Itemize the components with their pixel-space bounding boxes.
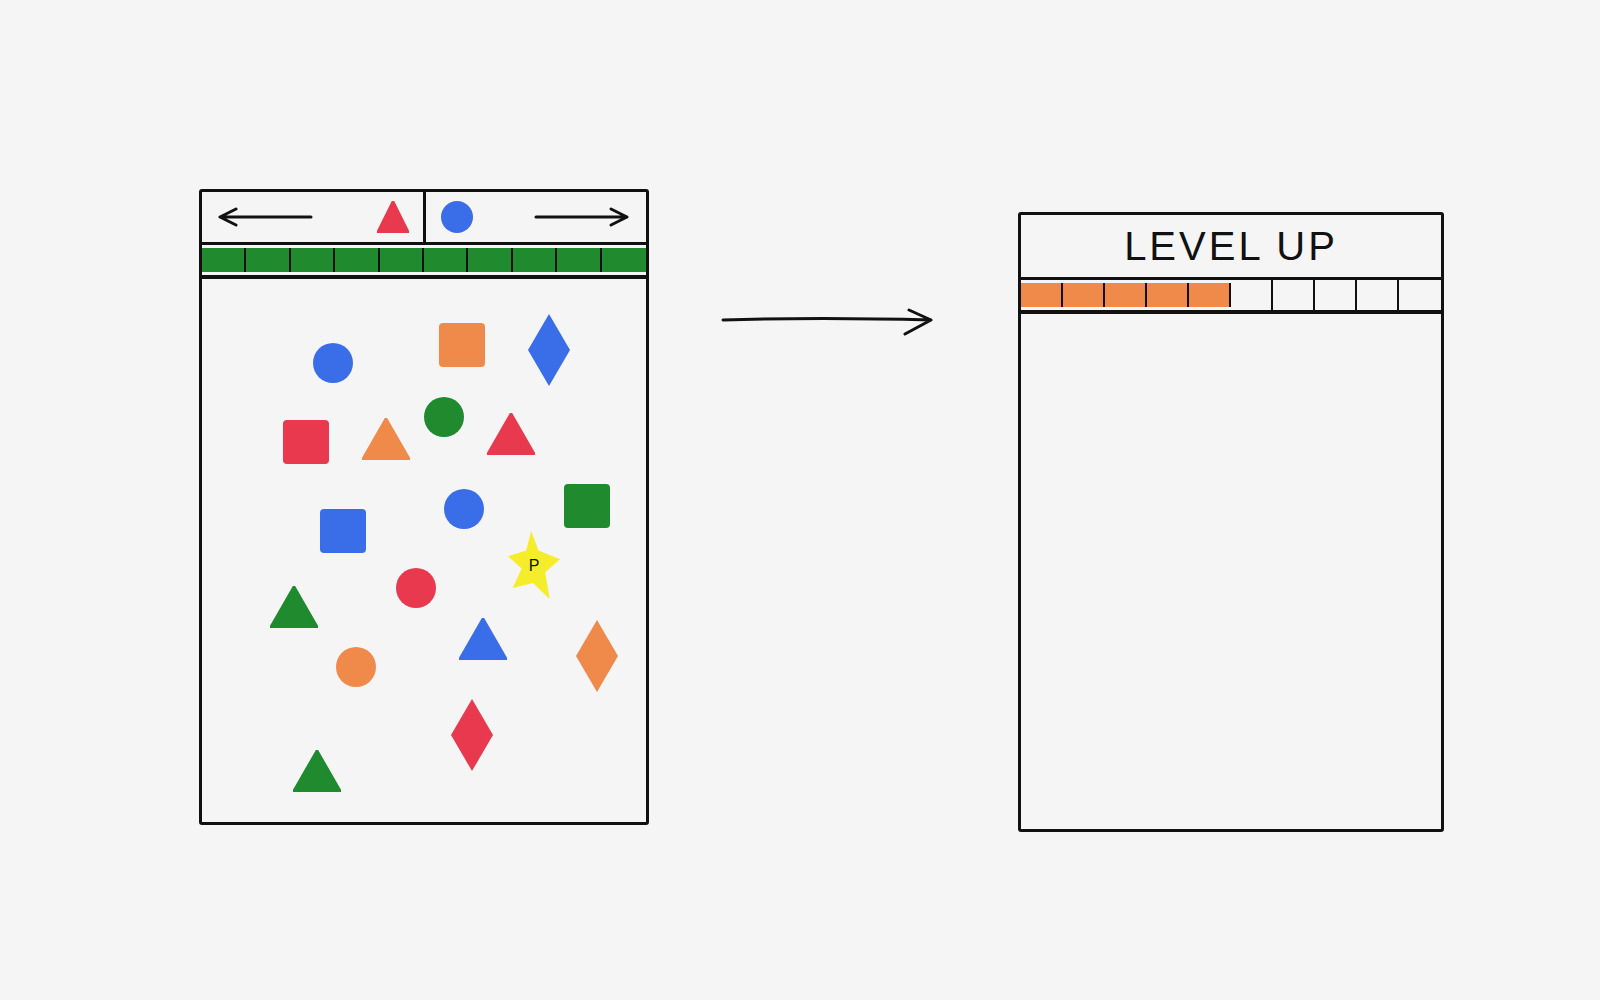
game-piece[interactable]: P [506, 529, 562, 601]
progress-segment [1357, 280, 1399, 310]
progress-segment [202, 248, 246, 272]
progress-segment [1063, 283, 1105, 307]
progress-segment [424, 248, 468, 272]
game-piece[interactable] [395, 567, 437, 609]
progress-segment [246, 248, 290, 272]
triangle-icon [362, 418, 410, 460]
progress-bar [202, 245, 646, 279]
progress-segment [557, 248, 601, 272]
transition-arrow [719, 300, 939, 340]
game-piece[interactable] [362, 418, 410, 460]
game-piece[interactable] [312, 342, 354, 384]
target-left [202, 192, 423, 242]
star-icon: P [506, 529, 562, 601]
diamond-icon [527, 313, 571, 387]
level-up-title: LEVEL UP [1021, 215, 1441, 280]
target-right [426, 192, 647, 242]
game-piece[interactable] [575, 619, 619, 693]
progress-segment [1399, 280, 1441, 310]
circle-icon [443, 488, 485, 530]
game-piece[interactable] [527, 313, 571, 387]
header-divider [423, 192, 426, 242]
circle-icon [312, 342, 354, 384]
game-piece[interactable] [423, 396, 465, 438]
square-icon [319, 508, 367, 554]
game-piece[interactable] [293, 750, 341, 792]
triangle-icon [293, 750, 341, 792]
transition-arrow-icon [719, 300, 939, 340]
progress-bar [1021, 280, 1441, 314]
progress-segment [1147, 283, 1189, 307]
diamond-icon [450, 698, 494, 772]
progress-segment [1189, 283, 1231, 307]
progress-segment [291, 248, 335, 272]
circle-icon [395, 567, 437, 609]
level-up-body [1021, 314, 1441, 829]
game-piece[interactable] [438, 322, 486, 368]
progress-segment [1273, 280, 1315, 310]
game-board[interactable]: P [202, 279, 646, 822]
progress-segment [513, 248, 557, 272]
progress-segment [1105, 283, 1147, 307]
circle-icon [440, 199, 474, 235]
progress-segment [468, 248, 512, 272]
right-arrow-icon[interactable] [532, 203, 632, 231]
svg-text:P: P [529, 557, 540, 574]
progress-segment [602, 248, 646, 272]
triangle-icon [487, 413, 535, 455]
game-piece[interactable] [319, 508, 367, 554]
square-icon [282, 419, 330, 465]
target-header [202, 192, 646, 245]
progress-segment [335, 248, 379, 272]
progress-segment [1231, 280, 1273, 310]
game-piece[interactable] [450, 698, 494, 772]
progress-segment [1021, 283, 1063, 307]
game-piece[interactable] [270, 586, 318, 628]
triangle-icon [459, 618, 507, 660]
progress-segment [1315, 280, 1357, 310]
game-piece[interactable] [487, 413, 535, 455]
game-piece[interactable] [459, 618, 507, 660]
page: P LEVEL UP [0, 0, 1600, 1000]
circle-icon [423, 396, 465, 438]
game-piece[interactable] [563, 483, 611, 529]
square-icon [563, 483, 611, 529]
square-icon [438, 322, 486, 368]
triangle-icon [270, 586, 318, 628]
triangle-icon [377, 201, 409, 233]
diamond-icon [575, 619, 619, 693]
left-arrow-icon[interactable] [216, 203, 316, 231]
game-screen: P [199, 189, 649, 825]
game-piece[interactable] [335, 646, 377, 688]
progress-segment [380, 248, 424, 272]
game-piece[interactable] [443, 488, 485, 530]
circle-icon [335, 646, 377, 688]
level-up-screen: LEVEL UP [1018, 212, 1444, 832]
game-piece[interactable] [282, 419, 330, 465]
